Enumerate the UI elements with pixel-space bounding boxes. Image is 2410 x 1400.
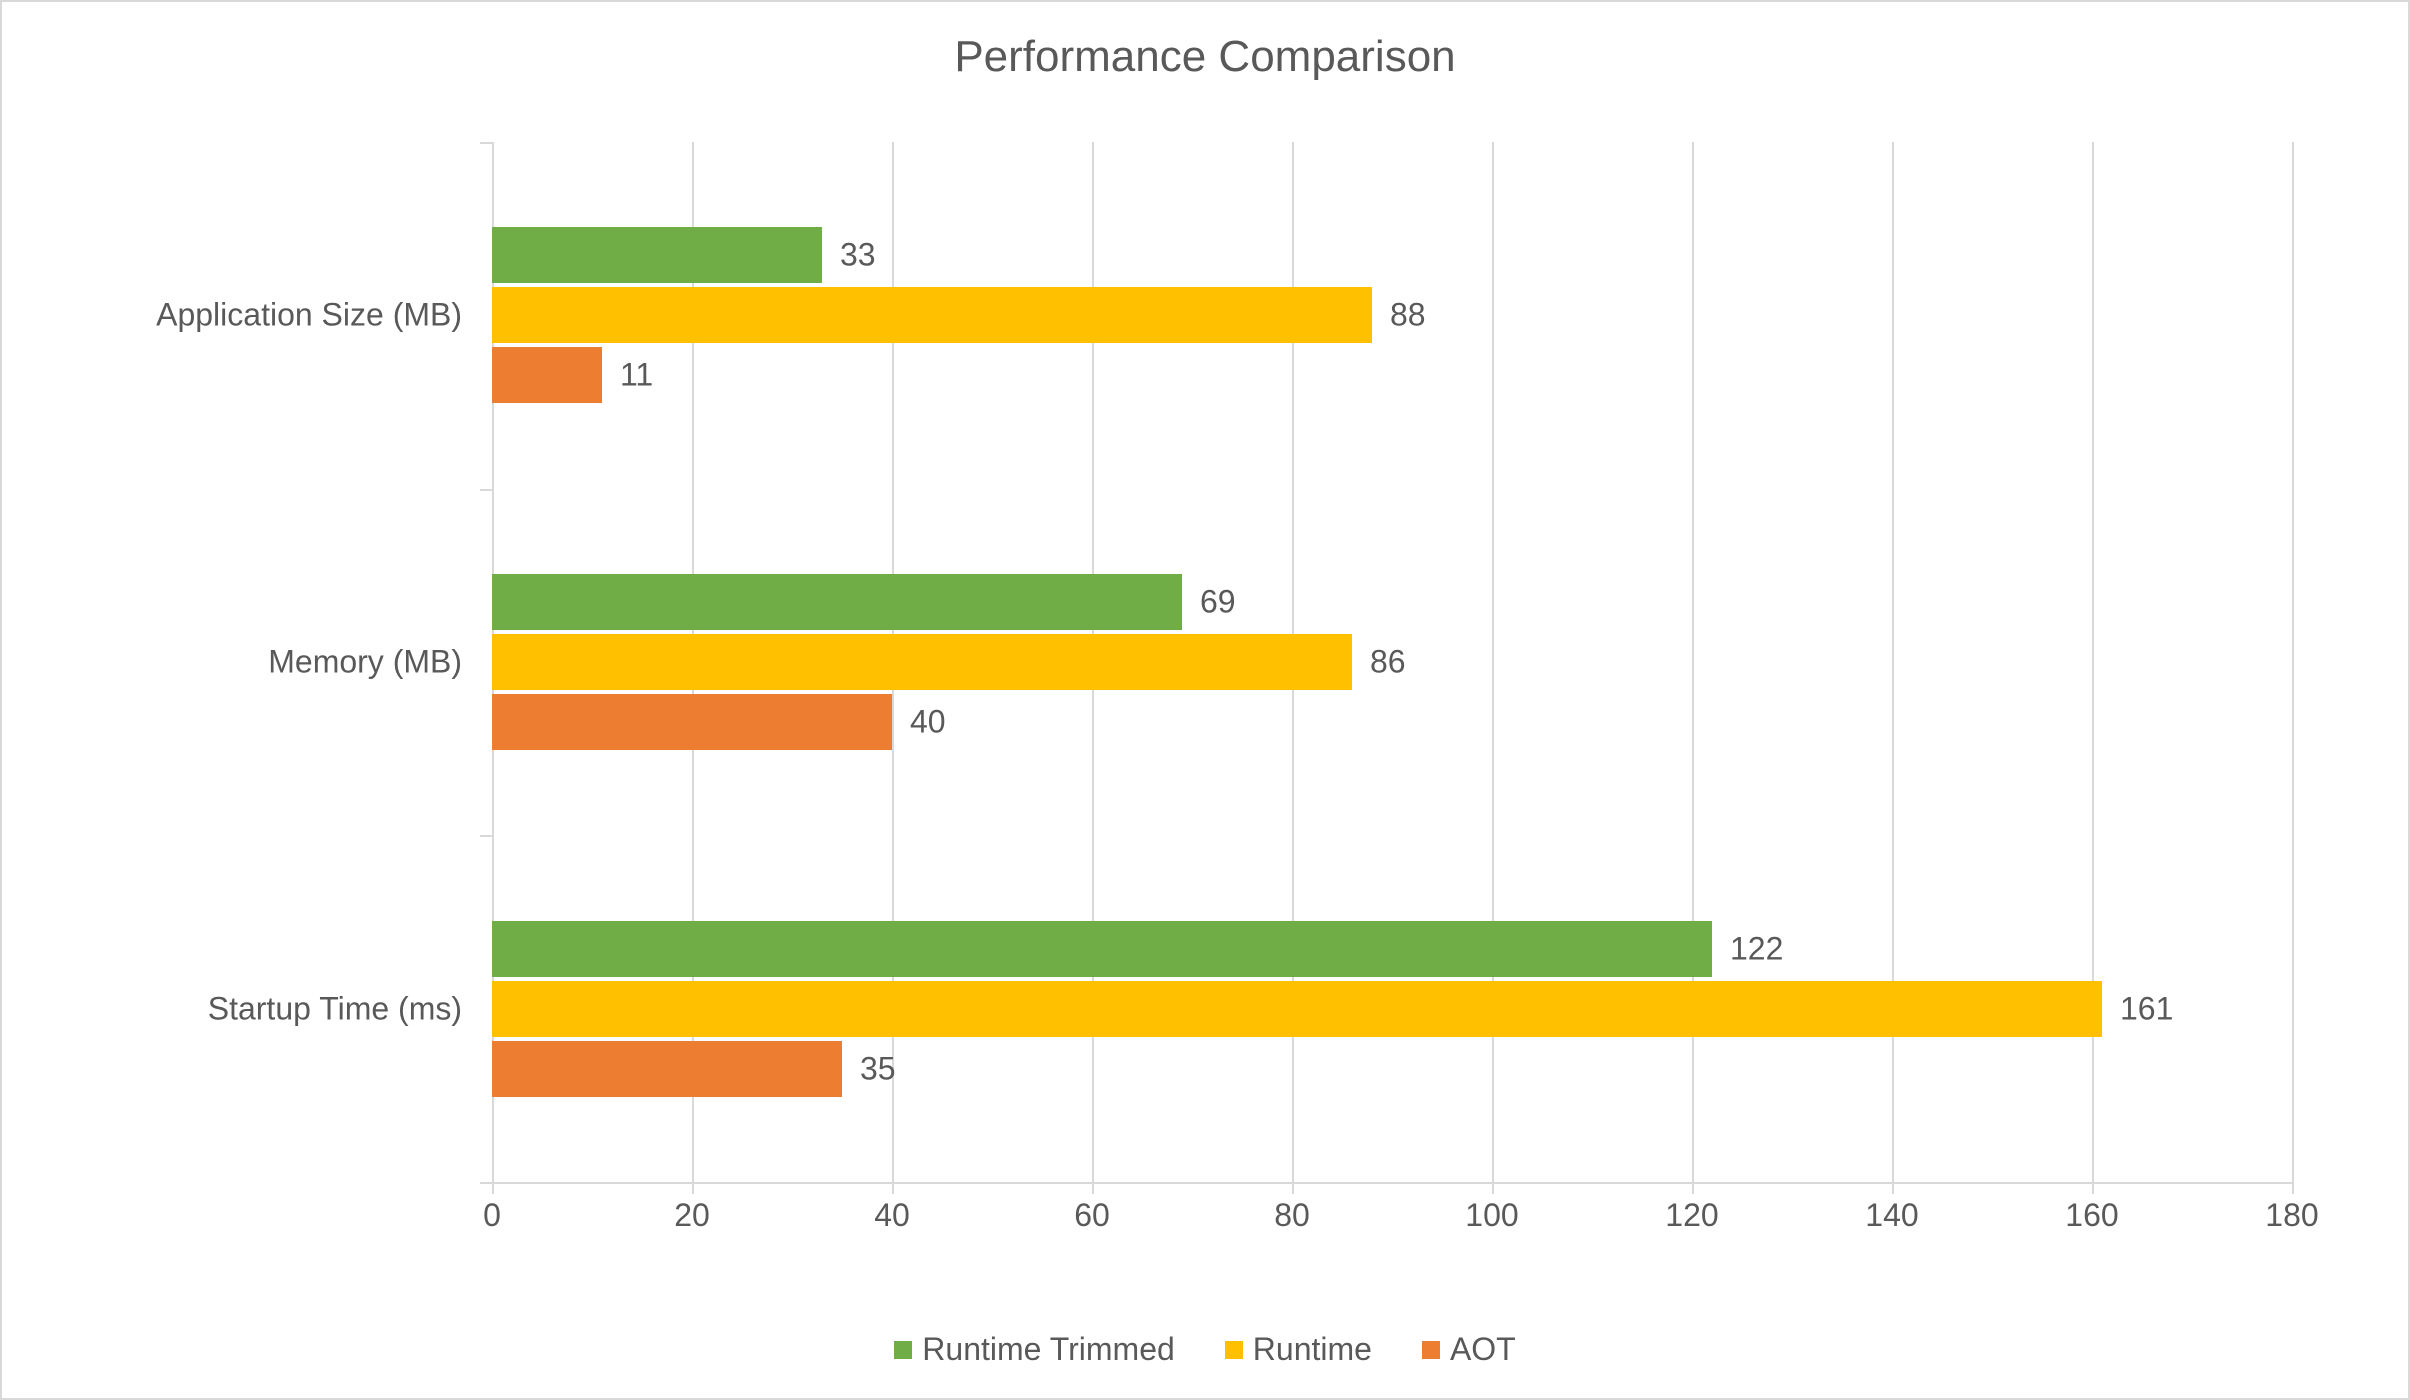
bar: 40 (492, 694, 892, 750)
data-label: 86 (1352, 644, 1406, 681)
data-label: 69 (1182, 584, 1236, 621)
category-label: Application Size (MB) (156, 297, 492, 334)
x-tick-mark (1092, 1182, 1094, 1194)
x-axis-line (492, 1182, 2292, 1184)
data-label: 33 (822, 237, 876, 274)
chart-title: Performance Comparison (2, 2, 2408, 82)
bar: 88 (492, 287, 1372, 343)
legend-label: AOT (1450, 1331, 1516, 1368)
x-tick-label: 60 (1074, 1197, 1110, 1234)
bar: 86 (492, 634, 1352, 690)
data-label: 122 (1712, 930, 1783, 967)
legend: Runtime Trimmed Runtime AOT (2, 1331, 2408, 1368)
y-tick-mark (480, 1182, 492, 1184)
x-tick-mark (2092, 1182, 2094, 1194)
plot-area: 020406080100120140160180Startup Time (ms… (492, 142, 2292, 1182)
x-tick-mark (1892, 1182, 1894, 1194)
data-label: 35 (842, 1050, 896, 1087)
chart-container: Performance Comparison 02040608010012014… (0, 0, 2410, 1400)
x-tick-label: 120 (1665, 1197, 1718, 1234)
x-tick-label: 80 (1274, 1197, 1310, 1234)
bar: 33 (492, 227, 822, 283)
x-tick-label: 100 (1465, 1197, 1518, 1234)
legend-swatch (1225, 1341, 1243, 1359)
legend-label: Runtime (1253, 1331, 1372, 1368)
x-tick-mark (692, 1182, 694, 1194)
y-tick-mark (480, 489, 492, 491)
x-tick-label: 140 (1865, 1197, 1918, 1234)
x-tick-mark (1292, 1182, 1294, 1194)
legend-item: AOT (1422, 1331, 1516, 1368)
legend-label: Runtime Trimmed (922, 1331, 1175, 1368)
data-label: 40 (892, 704, 946, 741)
bar: 161 (492, 981, 2102, 1037)
y-tick-mark (480, 835, 492, 837)
bar: 122 (492, 921, 1712, 977)
x-tick-label: 160 (2065, 1197, 2118, 1234)
x-tick-mark (1492, 1182, 1494, 1194)
data-label: 11 (602, 357, 653, 394)
bar: 11 (492, 347, 602, 403)
y-tick-mark (480, 142, 492, 144)
x-tick-mark (1692, 1182, 1694, 1194)
legend-item: Runtime (1225, 1331, 1372, 1368)
x-tick-label: 0 (483, 1197, 501, 1234)
x-tick-mark (892, 1182, 894, 1194)
data-label: 161 (2102, 990, 2173, 1027)
bar: 69 (492, 574, 1182, 630)
legend-swatch (1422, 1341, 1440, 1359)
x-tick-label: 40 (874, 1197, 910, 1234)
gridline (2292, 142, 2294, 1182)
bar: 35 (492, 1041, 842, 1097)
data-label: 88 (1372, 297, 1426, 334)
x-tick-label: 180 (2265, 1197, 2318, 1234)
category-label: Memory (MB) (268, 644, 492, 681)
category-label: Startup Time (ms) (208, 990, 492, 1027)
legend-item: Runtime Trimmed (894, 1331, 1175, 1368)
x-tick-label: 20 (674, 1197, 710, 1234)
legend-swatch (894, 1341, 912, 1359)
x-tick-mark (2292, 1182, 2294, 1194)
x-tick-mark (492, 1182, 494, 1194)
